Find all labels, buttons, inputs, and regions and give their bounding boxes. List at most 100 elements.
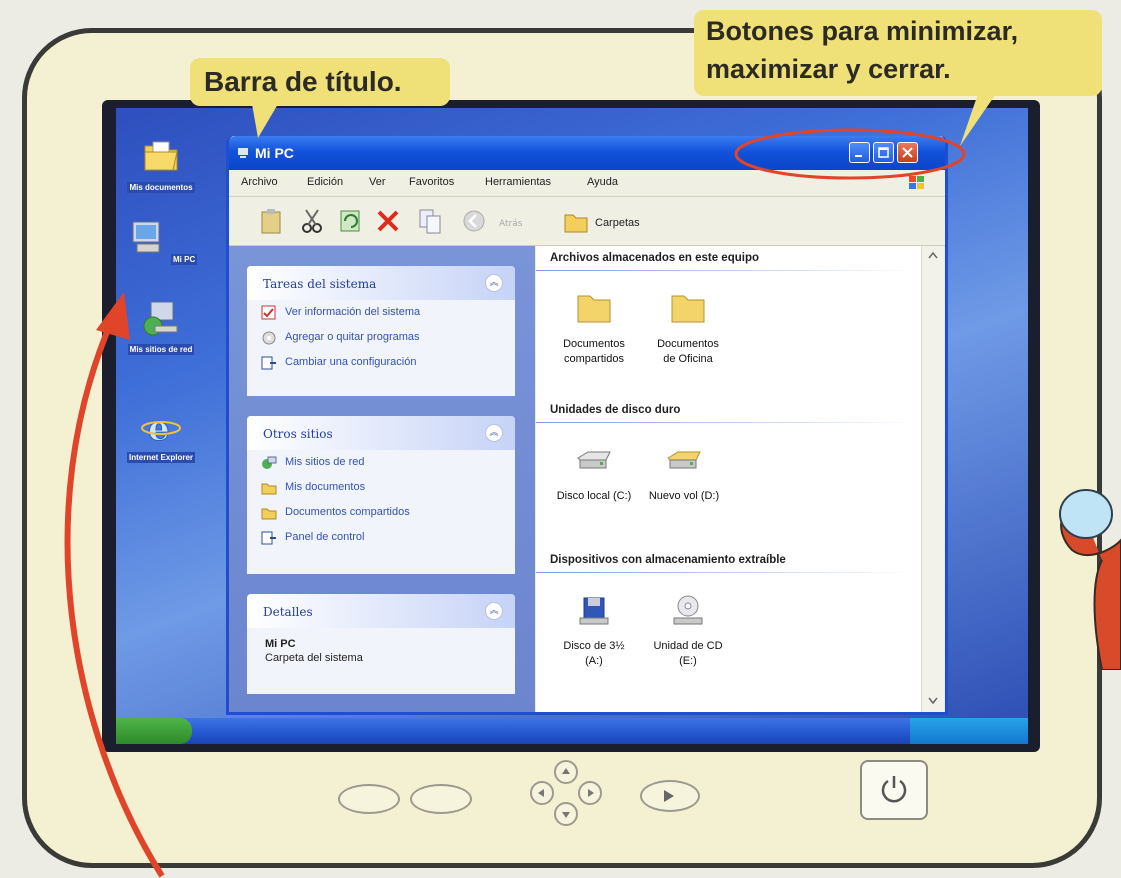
panel-title: Tareas del sistema	[263, 277, 377, 291]
scroll-down-icon[interactable]	[927, 696, 939, 706]
mascot-hand-icon	[1059, 489, 1121, 670]
callout-text-line1: Botones para minimizar,	[706, 16, 1019, 46]
task-link-change-setting[interactable]: Cambiar una configuración	[247, 350, 515, 375]
folder-documentos-de-oficina[interactable]: Documentos de Oficina	[640, 290, 736, 367]
item-label-line2: de Oficina	[663, 353, 713, 365]
control-panel-icon	[261, 356, 276, 370]
place-link-network[interactable]: Mis sitios de red	[247, 450, 515, 475]
menu-ayuda[interactable]: Ayuda	[587, 176, 618, 188]
callout-title-bar: Barra de título.	[190, 58, 450, 106]
group-divider	[536, 270, 916, 271]
hard-drive-icon	[667, 451, 701, 469]
monitor-play-button[interactable]	[640, 780, 700, 812]
folder-icon	[261, 483, 277, 495]
group-divider	[536, 572, 916, 573]
desktop-icon-mi-pc[interactable]: Mi PC	[122, 216, 200, 265]
callout-text: Barra de título.	[204, 66, 402, 97]
place-link-control-panel[interactable]: Panel de control	[247, 525, 515, 550]
power-icon	[881, 776, 907, 803]
task-link-label: Ver información del sistema	[285, 306, 421, 318]
window-title: Mi PC	[255, 145, 294, 161]
task-link-label: Agregar o quitar programas	[285, 331, 420, 343]
monitor-dpad[interactable]	[526, 758, 606, 828]
place-link-label: Panel de control	[285, 531, 365, 543]
callout-text-line2: maximizar y cerrar.	[706, 54, 951, 84]
task-link-label: Cambiar una configuración	[285, 356, 417, 368]
place-link-label: Mis sitios de red	[285, 456, 365, 468]
content-area: Archivos almacenados en este equipo Docu…	[536, 246, 921, 712]
monitor-button-left-1[interactable]	[338, 784, 400, 814]
drive-nuevo-vol-d[interactable]: Nuevo vol (D:)	[636, 442, 732, 504]
folder-icon	[671, 295, 705, 323]
monitor-button-left-2[interactable]	[410, 784, 472, 814]
menu-herramientas[interactable]: Herramientas	[485, 176, 551, 188]
collapse-chevron-icon[interactable]: ︽	[485, 424, 503, 442]
folders-button-label[interactable]: Carpetas	[595, 217, 640, 229]
desktop-icon-label: Mis documentos	[127, 182, 195, 193]
place-link-my-documents[interactable]: Mis documentos	[247, 475, 515, 500]
drive-unidad-cd-e[interactable]: Unidad de CD (E:)	[640, 592, 736, 669]
task-link-add-remove-programs[interactable]: Agregar o quitar programas	[247, 325, 515, 350]
panel-header[interactable]: Tareas del sistema ︽	[247, 266, 515, 300]
task-link-system-info[interactable]: Ver información del sistema	[247, 300, 515, 325]
vertical-scrollbar[interactable]	[921, 246, 944, 712]
folder-icon	[577, 295, 611, 323]
menu-ver[interactable]: Ver	[369, 176, 386, 188]
group-divider	[536, 422, 916, 423]
drive-disco-3-5-a[interactable]: Disco de 3½ (A:)	[546, 592, 642, 669]
folder-documents-icon	[144, 141, 178, 171]
callout-window-buttons: Botones para minimizar, maximizar y cerr…	[694, 10, 1102, 96]
menu-edicion[interactable]: Edición	[307, 176, 343, 188]
network-icon	[262, 456, 277, 469]
group-title-hard-drives: Unidades de disco duro	[550, 404, 681, 416]
undo-icon[interactable]	[337, 207, 363, 235]
folders-icon[interactable]	[563, 207, 589, 235]
scroll-up-icon[interactable]	[927, 250, 939, 260]
cut-icon[interactable]	[299, 207, 325, 235]
cd-drive-icon	[673, 595, 703, 625]
item-label-line2: (A:)	[585, 655, 603, 667]
item-label-line2: (E:)	[679, 655, 697, 667]
details-name: Mi PC	[265, 638, 296, 650]
item-label-line1: Documentos	[563, 338, 625, 350]
check-document-icon	[261, 305, 276, 320]
item-label-line1: Documentos	[657, 338, 719, 350]
desktop-icon-label: Mi PC	[171, 254, 198, 265]
panel-title: Otros sitios	[263, 427, 333, 441]
desktop-icon-mis-documentos[interactable]: Mis documentos	[122, 134, 200, 193]
callout-pointer	[252, 104, 278, 138]
paste-icon[interactable]	[259, 207, 285, 235]
drive-disco-local-c[interactable]: Disco local (C:)	[546, 442, 642, 504]
panel-header[interactable]: Otros sitios ︽	[247, 416, 515, 450]
panel-header[interactable]: Detalles ︽	[247, 594, 515, 628]
callout-pointer	[960, 88, 1000, 146]
place-link-label: Documentos compartidos	[285, 506, 410, 518]
copy-icon[interactable]	[417, 207, 443, 235]
mi-pc-window: Mi PC Archivo Edición Ver Favoritos Herr…	[226, 136, 948, 715]
place-link-shared-documents[interactable]: Documentos compartidos	[247, 500, 515, 525]
collapse-chevron-icon[interactable]: ︽	[485, 274, 503, 292]
folder-documentos-compartidos[interactable]: Documentos compartidos	[546, 290, 642, 367]
back-icon[interactable]	[461, 207, 487, 235]
group-title-removable: Dispositivos con almacenamiento extraíbl…	[550, 554, 786, 566]
collapse-chevron-icon[interactable]: ︽	[485, 602, 503, 620]
arrow-to-mi-pc	[64, 292, 165, 878]
hard-drive-icon	[577, 451, 611, 469]
play-icon	[664, 790, 674, 802]
computer-icon	[238, 148, 248, 158]
delete-icon[interactable]	[375, 207, 401, 235]
system-tray[interactable]	[910, 718, 1028, 744]
highlight-ellipse	[734, 128, 966, 180]
details-panel: Detalles ︽ Mi PC Carpeta del sistema	[247, 594, 515, 694]
item-label-line1: Disco de 3½	[563, 640, 625, 652]
cd-install-icon	[262, 331, 276, 345]
details-description: Carpeta del sistema	[265, 652, 363, 664]
menu-favoritos[interactable]: Favoritos	[409, 176, 454, 188]
shared-folder-icon	[261, 508, 277, 520]
back-button-label[interactable]: Atrás	[499, 219, 522, 229]
taskbar	[116, 718, 1028, 744]
panel-title: Detalles	[263, 605, 313, 619]
task-pane: Tareas del sistema ︽ Ver información del…	[229, 246, 535, 712]
menu-archivo[interactable]: Archivo	[241, 176, 278, 188]
power-button[interactable]	[860, 760, 928, 820]
